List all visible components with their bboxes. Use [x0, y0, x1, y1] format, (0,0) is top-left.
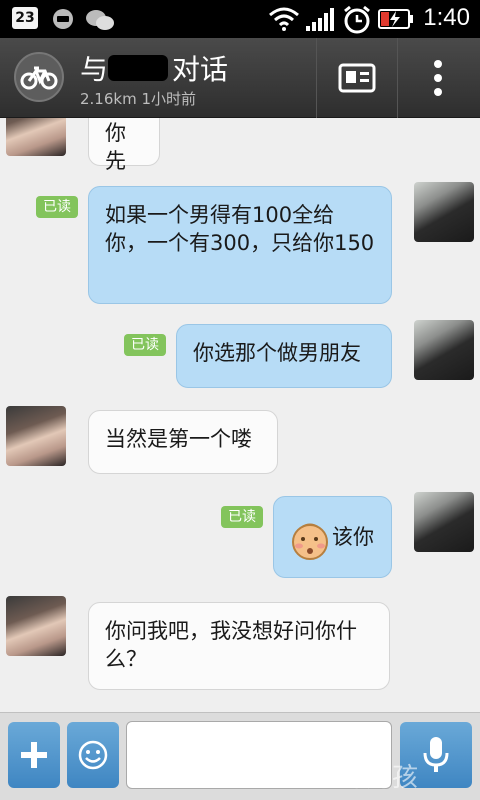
- my-avatar[interactable]: [414, 492, 474, 552]
- profile-card-button[interactable]: [317, 38, 397, 118]
- message-bubble-incoming[interactable]: 你先: [88, 118, 160, 173]
- my-avatar[interactable]: [414, 182, 474, 242]
- contact-avatar[interactable]: [6, 118, 66, 156]
- microphone-icon: [423, 737, 449, 772]
- message-bubble-incoming[interactable]: 当然是第一个喽: [88, 410, 278, 474]
- more-options-button[interactable]: [398, 38, 478, 118]
- wifi-icon: [269, 7, 299, 31]
- signal-icon: [306, 8, 334, 31]
- wechat-icon: [86, 10, 114, 30]
- attach-button[interactable]: [8, 722, 60, 788]
- page-indicator: [216, 791, 280, 800]
- clock: 1:40: [423, 4, 470, 31]
- redacted-name: [108, 55, 168, 81]
- input-bar: 坏男孩: [0, 712, 480, 800]
- plus-icon: [21, 742, 47, 768]
- chat-header: 与对话 2.16km 1小时前: [0, 38, 480, 118]
- message-text: 该你: [332, 525, 374, 549]
- alarm-icon: [344, 5, 370, 34]
- message-bubble-outgoing[interactable]: 你选那个做男朋友: [176, 324, 392, 388]
- message-bubble-incoming[interactable]: 你问我吧，我没想好问你什么？: [88, 602, 390, 690]
- status-bar: 23 1:40: [0, 0, 480, 38]
- contact-avatar[interactable]: [6, 406, 66, 466]
- chat-notification-icon: [53, 9, 73, 29]
- more-vert-icon: [434, 60, 442, 96]
- contact-avatar[interactable]: [6, 596, 66, 656]
- profile-card-icon: [338, 63, 376, 93]
- contact-avatar[interactable]: [14, 52, 64, 102]
- message-bubble-outgoing[interactable]: 如果一个男得有100全给你，一个有300，只给你150: [88, 186, 392, 304]
- smiley-icon: [78, 740, 108, 770]
- shy-face-emoji: [292, 523, 328, 560]
- read-badge: 已读: [124, 334, 166, 356]
- message-list[interactable]: 你先 已读 如果一个男得有100全给你，一个有300，只给你150 已读 你选那…: [0, 118, 480, 712]
- read-badge: 已读: [36, 196, 78, 218]
- battery-charging-icon: [378, 9, 413, 29]
- bicycle-icon: [20, 66, 58, 90]
- emoji-button[interactable]: [67, 722, 119, 788]
- my-avatar[interactable]: [414, 320, 474, 380]
- chat-subtitle: 2.16km 1小时前: [80, 90, 197, 108]
- calendar-icon: 23: [12, 7, 38, 29]
- watermark: 坏男孩: [340, 763, 419, 793]
- read-badge: 已读: [221, 506, 263, 528]
